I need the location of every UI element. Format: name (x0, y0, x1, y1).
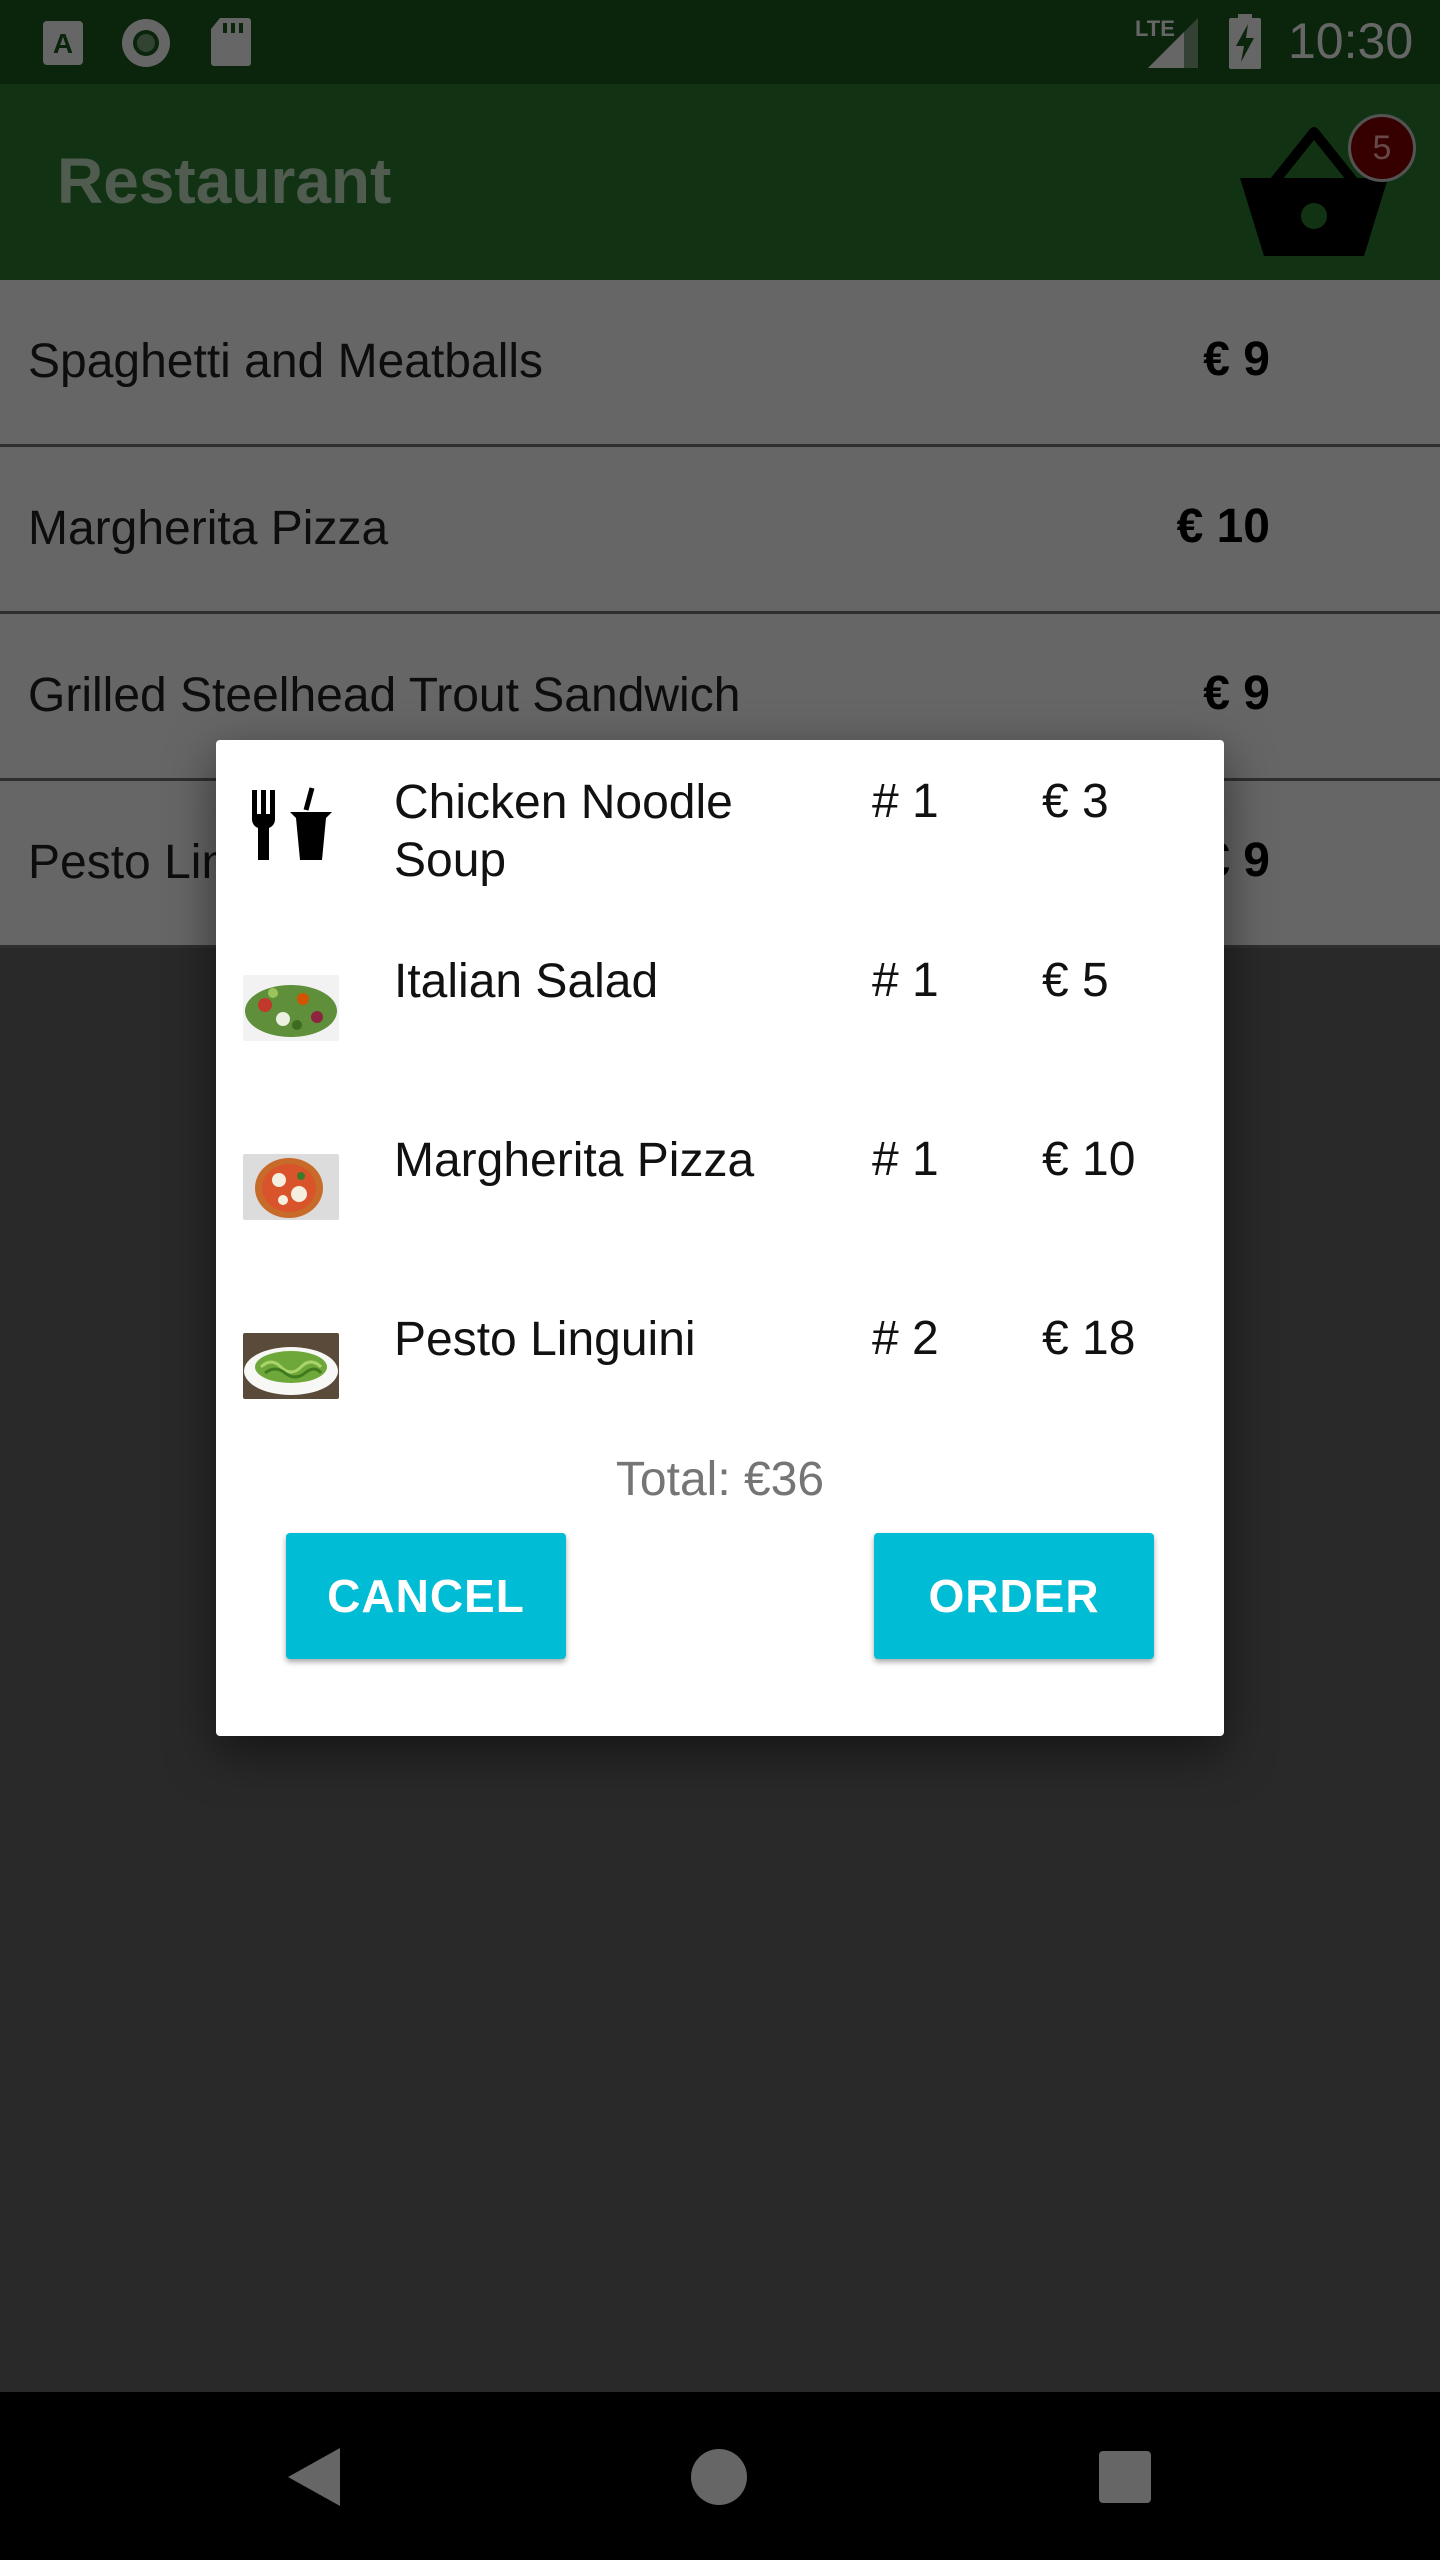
menu-item-price: € 10 (1176, 500, 1270, 553)
cart-item: Pesto Linguini # 2 € 18 (216, 1277, 1224, 1447)
menu-item-name: Margherita Pizza (28, 502, 389, 555)
cart-item-price: € 3 (1042, 775, 1109, 828)
pizza-photo (243, 1154, 339, 1220)
battery-charging-icon (1229, 14, 1261, 69)
cart-item-name: Margherita Pizza (394, 1134, 755, 1187)
svg-text:A: A (53, 28, 73, 59)
menu-item[interactable]: Spaghetti and Meatballs € 9 (0, 280, 1440, 447)
menu-item-name: Grilled Steelhead Trout Sandwich (28, 669, 741, 722)
cart-item-quantity: # 1 (872, 954, 939, 1007)
clock: 10:30 (1288, 13, 1414, 69)
home-icon[interactable] (690, 2448, 748, 2506)
salad-photo (243, 975, 339, 1041)
menu-item[interactable]: Margherita Pizza € 10 (0, 447, 1440, 614)
menu-item-price: € 9 (1203, 667, 1270, 720)
cart-item: Chicken Noodle Soup # 1 € 3 (216, 740, 1224, 910)
recents-icon[interactable] (1098, 2450, 1152, 2504)
restaurant-icon (252, 787, 332, 860)
order-button[interactable]: ORDER (874, 1533, 1154, 1659)
record-icon (122, 19, 170, 67)
pasta-photo (243, 1333, 339, 1399)
cart-item-quantity: # 1 (872, 775, 939, 828)
cart-item-price: € 10 (1042, 1133, 1136, 1186)
cart-item-name: Chicken Noodle Soup (394, 776, 733, 887)
cancel-button[interactable]: CANCEL (286, 1533, 566, 1659)
cart-item-name: Pesto Linguini (394, 1313, 696, 1366)
status-bar: A LTE 10:30 (0, 0, 1440, 84)
order-dialog: Chicken Noodle Soup # 1 € 3 Italian Sala… (216, 740, 1224, 1736)
app-bar: Restaurant 5 (0, 84, 1440, 280)
menu-item-name: Spaghetti and Meatballs (28, 335, 544, 388)
cart-item-quantity: # 2 (872, 1312, 939, 1365)
menu-item-price: € 9 (1203, 333, 1270, 386)
cart-item-price: € 5 (1042, 954, 1109, 1007)
signal-icon (1148, 18, 1198, 68)
cart-item-name: Italian Salad (394, 955, 659, 1008)
order-total: Total: €36 (615, 1453, 825, 1506)
cart-item: Margherita Pizza # 1 € 10 (216, 1098, 1224, 1268)
app-title: Restaurant (57, 145, 392, 217)
cart-count-badge: 5 (1348, 114, 1416, 182)
cart-item-price: € 18 (1042, 1312, 1136, 1365)
font-app-icon: A (43, 21, 83, 65)
cart-button[interactable]: 5 (1234, 114, 1416, 264)
back-icon[interactable] (286, 2446, 342, 2508)
cart-item-quantity: # 1 (872, 1133, 939, 1186)
navigation-bar (0, 2392, 1440, 2560)
cart-item: Italian Salad # 1 € 5 (216, 919, 1224, 1089)
sd-card-icon (211, 18, 251, 66)
